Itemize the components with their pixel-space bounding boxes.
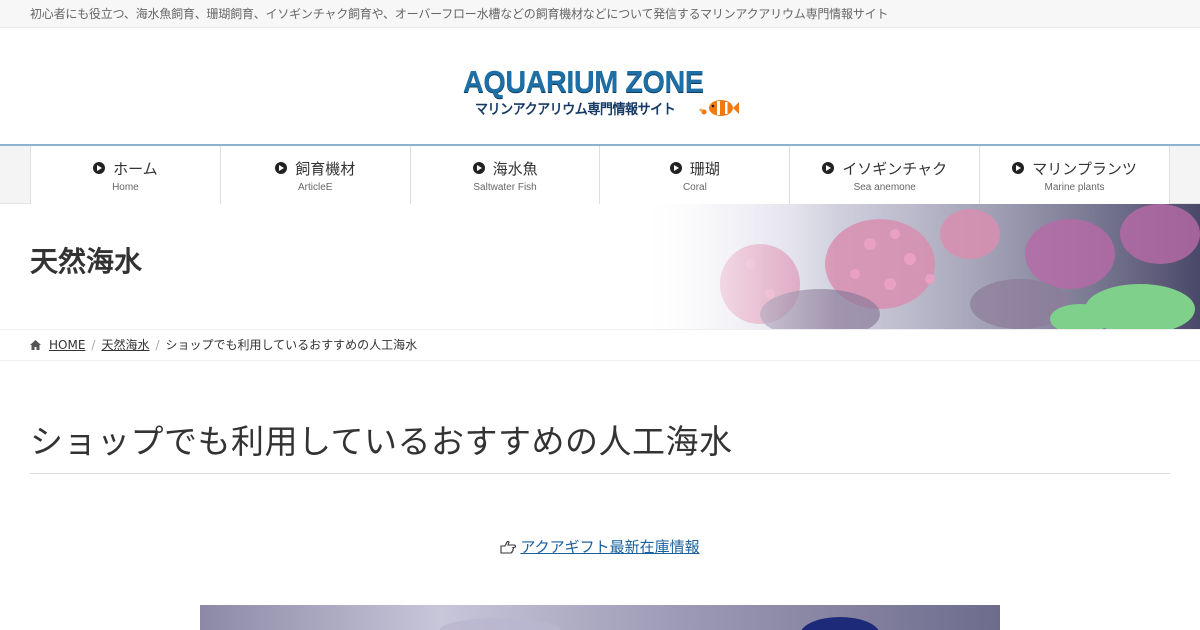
logo-title: AQUARIUM ZONE (463, 64, 704, 99)
nav-sublabel: Saltwater Fish (473, 182, 537, 193)
nav-sublabel: Sea anemone (853, 182, 916, 193)
aquagift-stock-link[interactable]: アクアギフト最新在庫情報 (520, 538, 699, 556)
nav-sublabel: Coral (682, 182, 707, 193)
article-hero-image (200, 605, 1000, 630)
nav-item-marine-plants[interactable]: マリンプランツ Marine plants (980, 146, 1170, 204)
breadcrumb-separator: / (91, 338, 96, 352)
nav-item-coral[interactable]: 珊瑚 Coral (600, 146, 791, 204)
nav-label: マリンプランツ (1032, 159, 1137, 178)
category-hero: 天然海水 (0, 204, 1200, 329)
home-icon (30, 340, 41, 350)
nav-sublabel: ArticleE (298, 182, 333, 193)
nav-label: 飼育機材 (295, 159, 356, 178)
nav-sublabel: Marine plants (1044, 182, 1105, 193)
breadcrumb-category-link[interactable]: 天然海水 (101, 330, 149, 360)
nav-label: ホーム (113, 159, 158, 178)
chevron-circle-right-icon (93, 162, 106, 174)
site-tagline: 初心者にも役立つ、海水魚飼育、珊瑚飼育、イソギンチャク飼育や、オーバーフロー水槽… (30, 7, 889, 21)
global-nav: ホーム Home 飼育機材 ArticleE 海水魚 Saltwater Fis… (0, 144, 1200, 204)
site-logo[interactable]: AQUARIUM ZONE マリンアクアリウム専門情報サイト (463, 66, 743, 146)
stock-info-link-row: アクアギフト最新在庫情報 (0, 536, 1200, 557)
site-header: AQUARIUM ZONE マリンアクアリウム専門情報サイト (0, 28, 1200, 144)
category-title: 天然海水 (30, 245, 143, 278)
clownfish-logo-icon (699, 100, 739, 116)
breadcrumb-current: ショップでも利用しているおすすめの人工海水 (165, 338, 418, 352)
nav-label: イソギンチャク (842, 159, 948, 178)
chevron-circle-right-icon (1012, 162, 1025, 174)
article-title: ショップでも利用しているおすすめの人工海水 (30, 415, 1170, 474)
breadcrumb-separator: / (155, 338, 160, 352)
hand-pointing-right-icon (500, 540, 517, 554)
nav-sublabel: Home (112, 182, 139, 193)
nav-item-home[interactable]: ホーム Home (31, 146, 221, 204)
chevron-circle-right-icon (472, 162, 485, 174)
article-main: ショップでも利用しているおすすめの人工海水 アクアギフト最新在庫情報 (0, 361, 1200, 630)
breadcrumb: HOME / 天然海水 / ショップでも利用しているおすすめの人工海水 (0, 329, 1200, 361)
nav-item-saltwater-fish[interactable]: 海水魚 Saltwater Fish (411, 146, 601, 204)
chevron-circle-right-icon (275, 162, 288, 174)
nav-label: 珊瑚 (689, 159, 720, 178)
coral-reef-banner-image (640, 204, 1200, 329)
breadcrumb-home-link[interactable]: HOME (49, 330, 85, 360)
chevron-circle-right-icon (669, 162, 682, 174)
nav-label: 海水魚 (492, 159, 538, 178)
logo-subtitle: マリンアクアリウム専門情報サイト (475, 102, 676, 118)
nav-item-sea-anemone[interactable]: イソギンチャク Sea anemone (790, 146, 981, 204)
nav-item-equipment[interactable]: 飼育機材 ArticleE (221, 146, 411, 204)
chevron-circle-right-icon (822, 162, 835, 174)
top-tagline-bar: 初心者にも役立つ、海水魚飼育、珊瑚飼育、イソギンチャク飼育や、オーバーフロー水槽… (0, 0, 1200, 28)
